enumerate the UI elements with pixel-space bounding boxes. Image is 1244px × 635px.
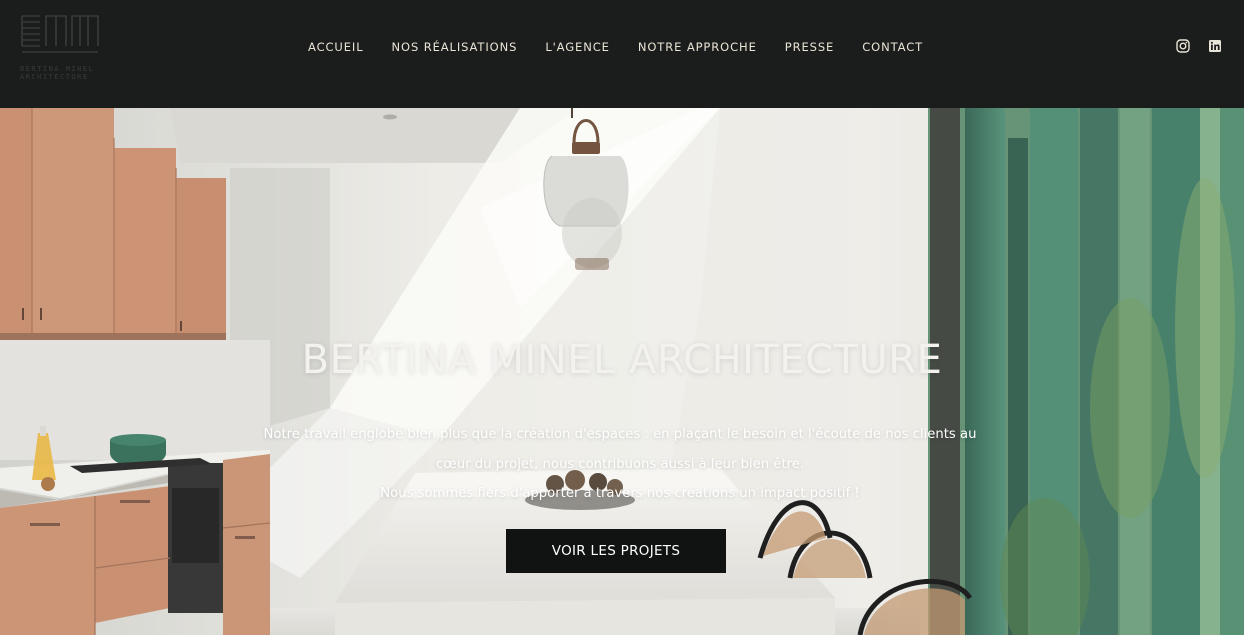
main-nav: ACCUEIL NOS RÉALISATIONS L'AGENCE NOTRE … (294, 38, 937, 56)
logo-text: BERTINA MINEL ARCHITECTURE (20, 65, 95, 81)
nav-item-realisations[interactable]: NOS RÉALISATIONS (392, 38, 518, 56)
hero-title: BERTINA MINEL ARCHITECTURE (301, 337, 943, 383)
nav-item-approche[interactable]: NOTRE APPROCHE (638, 38, 757, 56)
social-links (1176, 39, 1222, 53)
instagram-icon[interactable] (1176, 39, 1190, 53)
nav-item-contact[interactable]: CONTACT (862, 38, 923, 56)
nav-item-agence[interactable]: L'AGENCE (545, 38, 610, 56)
site-header: BERTINA MINEL ARCHITECTURE ACCUEIL NOS R… (0, 0, 1244, 108)
hero-description-line: cœur du projet, nous contribuons aussi à… (435, 456, 804, 472)
nav-item-presse[interactable]: PRESSE (785, 38, 834, 56)
logo-mark-icon (21, 15, 99, 53)
hero-description: Notre travail englobe bien plus que la c… (220, 420, 1020, 509)
hero-section: BERTINA MINEL ARCHITECTURE Notre travail… (0, 108, 1244, 635)
view-projects-button[interactable]: VOIR LES PROJETS (506, 529, 726, 573)
hero-description-line: Notre travail englobe bien plus que la c… (263, 427, 977, 442)
site-logo[interactable]: BERTINA MINEL ARCHITECTURE (20, 13, 100, 81)
nav-item-accueil[interactable]: ACCUEIL (308, 38, 364, 56)
hero-description-line: Nous sommes fiers d'apporter à travers n… (380, 486, 860, 501)
linkedin-icon[interactable] (1208, 39, 1222, 53)
